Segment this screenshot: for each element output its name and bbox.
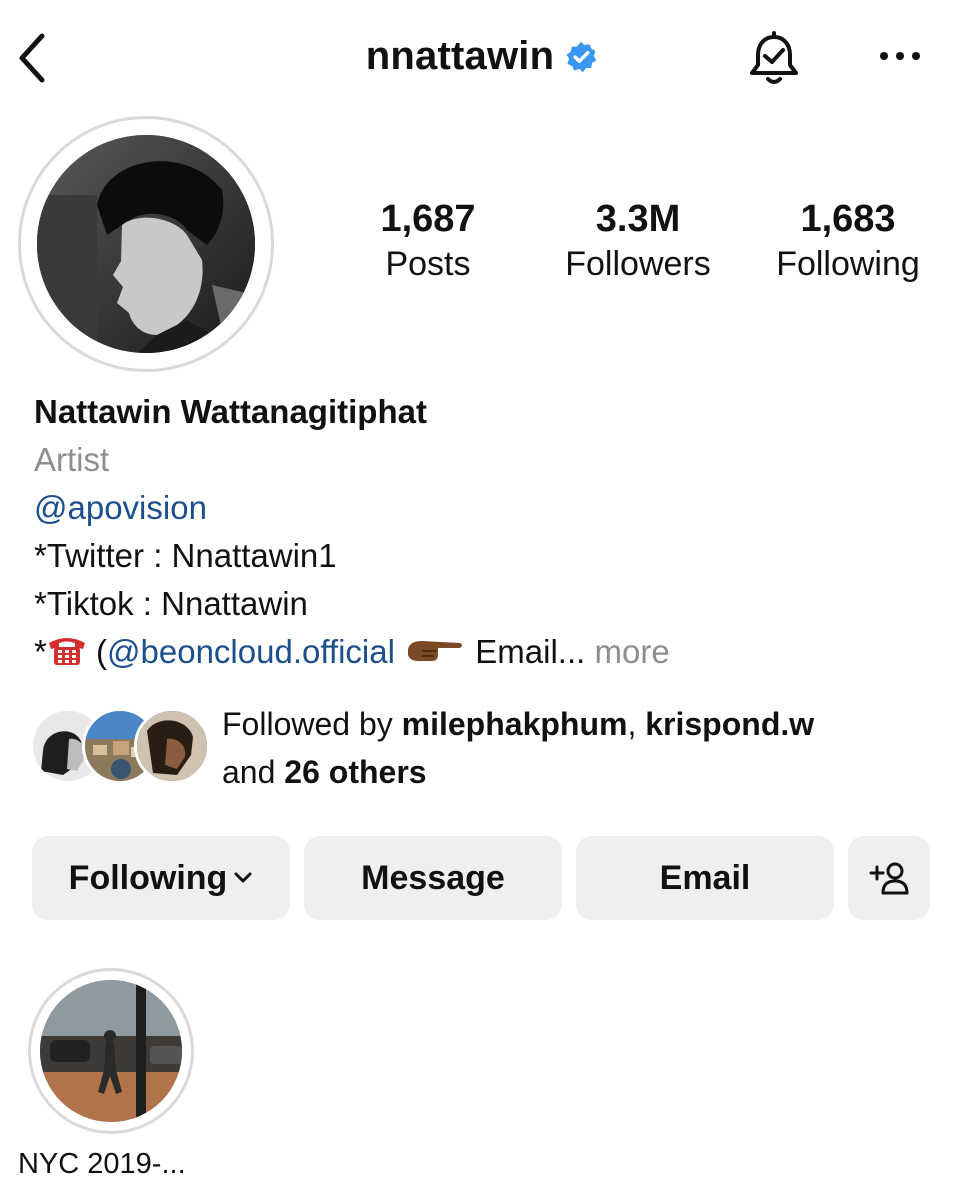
mutual-avatar-3 (134, 708, 210, 784)
mutual-user-1: milephakphum (401, 706, 628, 742)
pointing-hand-icon (408, 641, 463, 661)
mutual-others-count: 26 others (284, 754, 427, 790)
bio-beoncloud-link[interactable]: @beoncloud.official (107, 633, 395, 670)
bio-paren: ( (86, 633, 108, 670)
highlight-thumbnail (40, 980, 182, 1122)
display-name: Nattawin Wattanagitiphat (34, 393, 427, 430)
bio-email-text: Email... (466, 633, 586, 670)
profile-avatar[interactable] (18, 116, 274, 372)
mutual-user-2: krispond.w (645, 706, 815, 742)
verified-badge-icon (566, 41, 597, 72)
ellipsis-icon (880, 52, 920, 60)
telephone-icon (48, 638, 85, 665)
stat-posts[interactable]: 1,687 Posts (360, 196, 496, 286)
stat-following[interactable]: 1,683 Following (760, 196, 936, 286)
posts-count: 1,687 (380, 198, 476, 240)
following-label: Following (776, 245, 920, 283)
email-button[interactable]: Email (576, 836, 834, 920)
followers-count: 3.3M (595, 198, 681, 240)
suggested-users-button[interactable] (848, 836, 930, 920)
bio-twitter-line: *Twitter : Nnattawin1 (34, 537, 337, 574)
avatar-image (37, 135, 255, 353)
chevron-down-icon (234, 872, 252, 883)
following-count: 1,683 (800, 198, 896, 240)
notifications-button[interactable] (744, 30, 804, 90)
add-user-icon (869, 862, 909, 895)
following-button[interactable]: Following (32, 836, 290, 920)
mutual-separator: , (627, 706, 646, 742)
username-title: nnattawin (0, 34, 964, 79)
message-button-label: Message (361, 858, 505, 897)
posts-label: Posts (385, 245, 471, 283)
stat-followers[interactable]: 3.3M Followers (548, 196, 728, 286)
message-button[interactable]: Message (304, 836, 562, 920)
bio-tiktok-line: *Tiktok : Nnattawin (34, 585, 308, 622)
bio-more-link[interactable]: more (585, 633, 669, 670)
mutual-followers[interactable]: Followed by milephakphum, krispond.w and… (30, 700, 930, 796)
followed-by-prefix: Followed by (222, 706, 402, 742)
email-button-label: Email (659, 858, 751, 897)
profile-bio: Nattawin Wattanagitiphat Artist @apovisi… (34, 388, 944, 676)
bio-asterisk: * (34, 633, 47, 670)
bio-mention-link[interactable]: @apovision (34, 489, 207, 526)
more-options-button[interactable] (870, 36, 930, 76)
followers-label: Followers (565, 245, 711, 283)
bell-check-icon (750, 31, 798, 84)
bio-contact-line: * (@beoncloud.official Email... more (34, 628, 944, 676)
profile-category: Artist (34, 441, 110, 478)
mutual-followers-text: Followed by milephakphum, krispond.w and… (222, 700, 814, 796)
story-highlight[interactable] (28, 968, 194, 1134)
highlight-label: NYC 2019-... (18, 1148, 186, 1180)
username: nnattawin (365, 34, 555, 78)
profile-header: nnattawin (0, 0, 964, 120)
mutual-and: and (222, 754, 285, 790)
following-button-label: Following (68, 858, 228, 897)
